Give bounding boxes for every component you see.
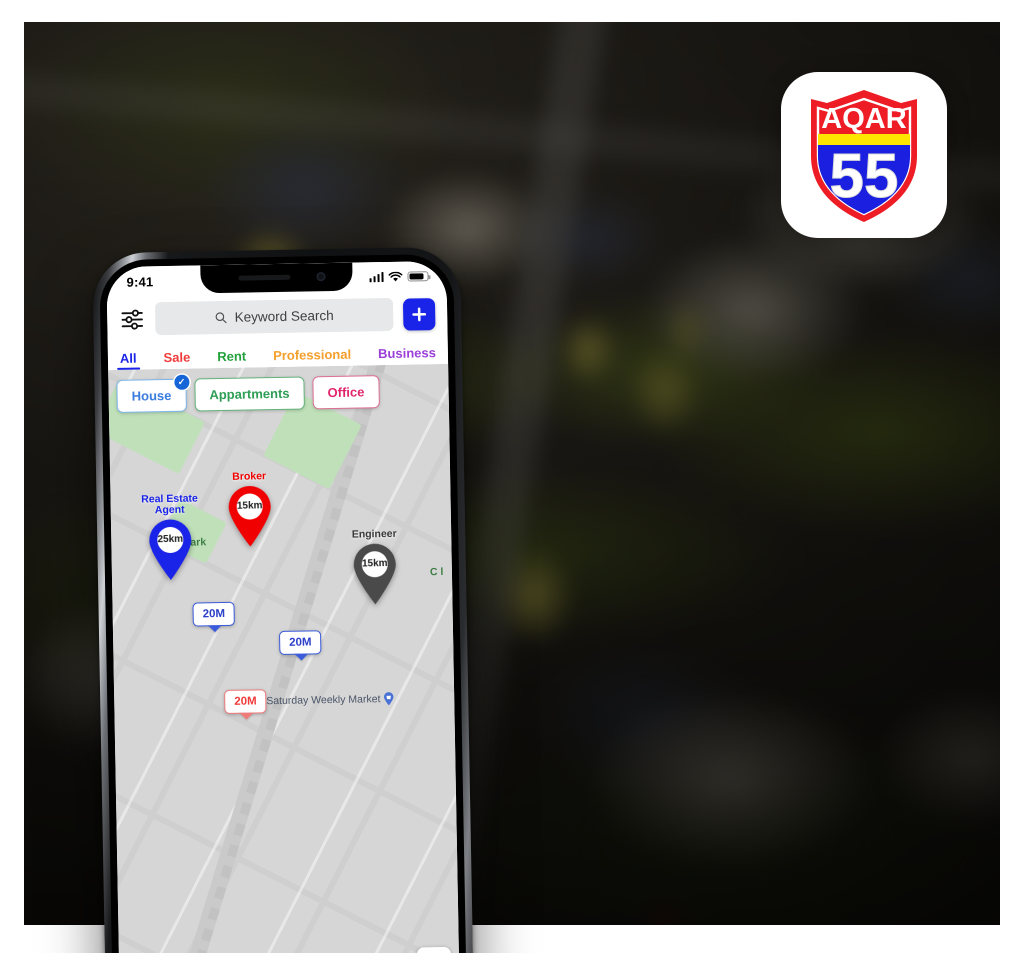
- aqar55-app-icon[interactable]: AQAR 55: [781, 72, 947, 238]
- search-input[interactable]: Keyword Search: [154, 297, 394, 336]
- chip-office[interactable]: Office: [312, 375, 380, 410]
- check-badge-icon: ✓: [174, 374, 190, 390]
- tab-professional[interactable]: Professional: [273, 347, 351, 367]
- app-icon-top-text: AQAR: [821, 103, 906, 135]
- tab-label: Business: [377, 345, 437, 362]
- price-bubble[interactable]: 20M: [192, 601, 236, 638]
- add-listing-button[interactable]: [402, 297, 436, 331]
- map-pin-icon: 25km: [147, 519, 194, 582]
- price-bubble-value: 20M: [234, 695, 257, 708]
- price-bubble[interactable]: 20M: [224, 689, 267, 725]
- price-bubble[interactable]: 20M: [278, 630, 322, 666]
- marker-broker[interactable]: Broker 15km: [226, 470, 273, 548]
- map-pin-icon: 15km: [351, 543, 398, 606]
- search-icon: [216, 312, 228, 324]
- price-bubble-value: 20M: [202, 607, 226, 621]
- tab-label: All: [119, 350, 137, 366]
- property-type-chips: House ✓ Appartments Office: [116, 374, 443, 413]
- tab-label: Sale: [163, 349, 191, 366]
- front-camera-icon: [316, 272, 326, 282]
- tab-all[interactable]: All: [120, 351, 137, 370]
- signal-bars-icon: [369, 272, 384, 283]
- chip-label: Appartments: [209, 385, 290, 403]
- map-controls: [416, 946, 452, 953]
- tab-business[interactable]: Business: [378, 345, 436, 365]
- tab-rent[interactable]: Rent: [217, 349, 246, 369]
- toolbar: Keyword Search: [106, 290, 448, 345]
- filter-sliders-icon[interactable]: [119, 306, 145, 332]
- satellite-layer-button[interactable]: [416, 946, 452, 953]
- search-placeholder: Keyword Search: [234, 307, 334, 325]
- chip-label: Office: [327, 384, 365, 401]
- tab-label: Rent: [217, 348, 247, 365]
- wifi-icon: [388, 271, 403, 281]
- marker-real-estate-agent[interactable]: Real Estate Agent 25km: [141, 492, 198, 582]
- marker-caption: Broker: [232, 470, 267, 484]
- status-time: 9:41: [126, 273, 154, 290]
- page-root: AQAR 55 9:41 Keyword Search All Sale Ren…: [0, 0, 1024, 953]
- tab-sale[interactable]: Sale: [163, 350, 190, 369]
- map-pin-icon: 15km: [226, 485, 273, 548]
- phone-screen: 9:41 Keyword Search All Sale Rent Profes…: [106, 260, 461, 953]
- chip-label: House: [131, 387, 172, 404]
- price-bubble-value: 20M: [289, 636, 312, 649]
- phone-notch: [200, 262, 353, 294]
- marker-caption: Real Estate Agent: [141, 491, 198, 517]
- poi-saturday-weekly-market[interactable]: Saturday Weekly Market: [266, 692, 394, 708]
- marker-distance: 15km: [361, 558, 388, 570]
- earpiece-speaker: [238, 274, 291, 281]
- poi-label-text: Saturday Weekly Market: [266, 693, 381, 708]
- marker-distance: 15km: [236, 500, 263, 512]
- plus-icon: [412, 306, 427, 321]
- app-icon-number: 55: [830, 142, 899, 211]
- phone-mockup: 9:41 Keyword Search All Sale Rent Profes…: [92, 246, 475, 953]
- shopping-pin-icon: [384, 692, 394, 706]
- chip-house[interactable]: House ✓: [116, 374, 190, 413]
- map-label-partial: C l: [429, 565, 444, 579]
- chip-appartments[interactable]: Appartments: [194, 376, 305, 412]
- marker-caption: Engineer: [351, 528, 397, 541]
- map-canvas[interactable]: Park C l House ✓ Appartments Office Real…: [108, 363, 461, 953]
- battery-icon: [407, 271, 429, 282]
- marker-engineer[interactable]: Engineer 15km: [351, 528, 398, 606]
- tab-label: Professional: [272, 346, 352, 364]
- marker-distance: 25km: [157, 533, 184, 546]
